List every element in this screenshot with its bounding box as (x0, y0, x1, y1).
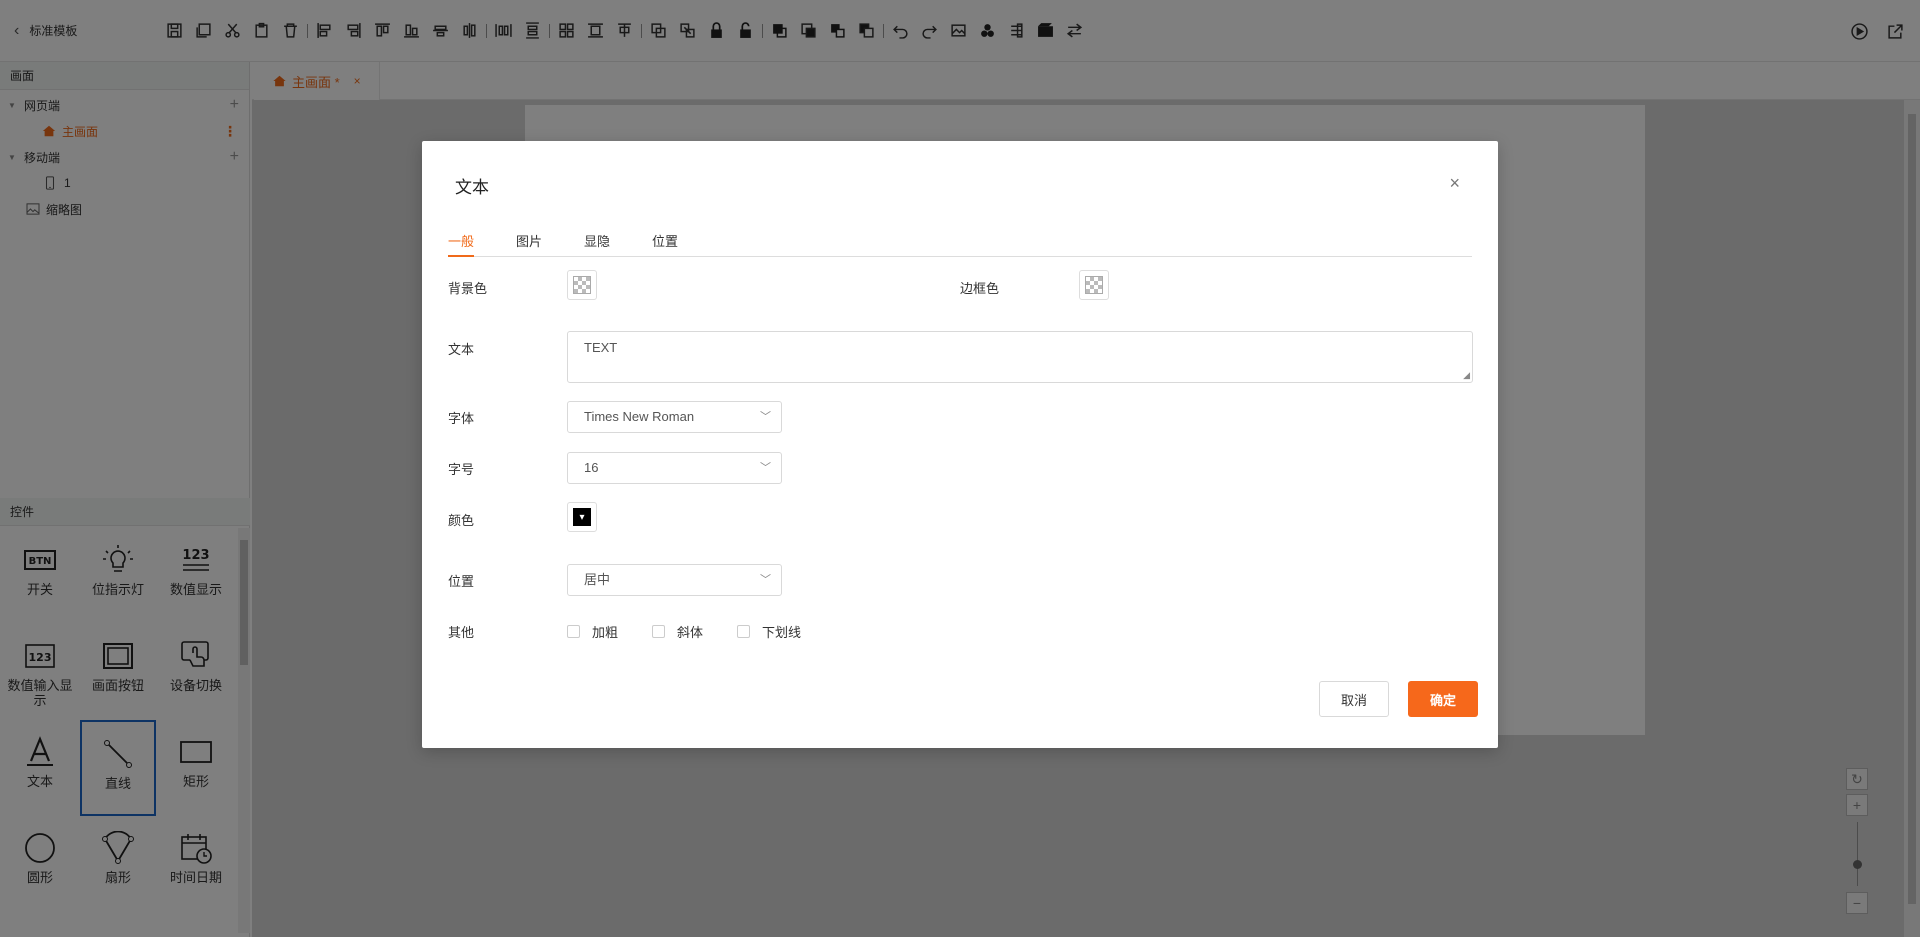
chevron-down-icon: ﹀ (760, 462, 771, 474)
bold-label: 加粗 (592, 625, 619, 640)
dialog-tabs: 一般 图片 显隐 位置 (448, 225, 1472, 257)
underline-checkbox[interactable]: 下划线 (737, 622, 801, 641)
tab-visibility[interactable]: 显隐 (584, 231, 610, 257)
dialog-title: 文本 (455, 178, 489, 197)
chevron-down-icon: ﹀ (760, 411, 771, 423)
align-value: 居中 (584, 572, 611, 587)
tab-position[interactable]: 位置 (652, 231, 678, 257)
bg-color-label: 背景色 (448, 281, 488, 296)
transparent-swatch (1085, 276, 1103, 294)
size-label: 字号 (448, 462, 475, 477)
tab-image[interactable]: 图片 (516, 231, 542, 257)
bg-color-picker[interactable] (567, 270, 597, 300)
cancel-button[interactable]: 取消 (1319, 681, 1389, 717)
chevron-down-icon: ﹀ (760, 574, 771, 586)
bold-checkbox[interactable]: 加粗 (567, 622, 618, 641)
size-value: 16 (584, 460, 599, 475)
underline-label: 下划线 (762, 625, 802, 640)
border-color-picker[interactable] (1079, 270, 1109, 300)
checkbox-box[interactable] (567, 625, 580, 638)
font-value: Times New Roman (584, 409, 695, 424)
ok-button[interactable]: 确定 (1408, 681, 1478, 717)
close-icon[interactable]: × (1449, 173, 1460, 194)
font-select[interactable]: Times New Roman ﹀ (567, 401, 782, 433)
italic-checkbox[interactable]: 斜体 (652, 622, 703, 641)
color-label: 颜色 (448, 513, 475, 528)
font-label: 字体 (448, 411, 475, 426)
checkbox-box[interactable] (737, 625, 750, 638)
chevron-down-icon: ▾ (573, 508, 591, 526)
align-label: 位置 (448, 574, 475, 589)
text-label: 文本 (448, 342, 475, 357)
resize-handle-icon[interactable]: ◢ (1463, 370, 1470, 381)
align-select[interactable]: 居中 ﹀ (567, 564, 782, 596)
text-color-picker[interactable]: ▾ (567, 502, 597, 532)
checkbox-box[interactable] (652, 625, 665, 638)
transparent-swatch (573, 276, 591, 294)
italic-label: 斜体 (677, 625, 704, 640)
tab-general[interactable]: 一般 (448, 231, 475, 257)
text-value: TEXT (584, 340, 618, 355)
text-input[interactable]: TEXT ◢ (567, 331, 1473, 383)
size-select[interactable]: 16 ﹀ (567, 452, 782, 484)
border-color-label: 边框色 (960, 281, 1000, 296)
text-properties-dialog: 文本 × 一般 图片 显隐 位置 背景色 边框色 文本 TEXT ◢ 字体 Ti… (422, 141, 1498, 748)
other-label: 其他 (448, 625, 475, 640)
